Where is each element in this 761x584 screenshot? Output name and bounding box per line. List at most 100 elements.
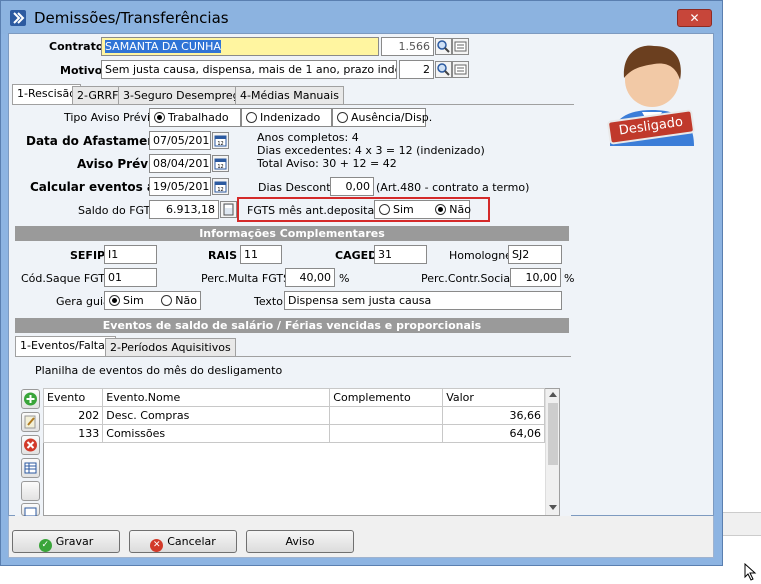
calendar-icon: 12 — [214, 181, 227, 193]
radio-selected-icon — [435, 204, 447, 215]
aviso-trabalhado-radio[interactable]: Trabalhado — [149, 108, 241, 127]
check-icon: ✓ — [38, 539, 52, 552]
calculator-button[interactable] — [220, 201, 237, 218]
table-row[interactable]: 202 Desc. Compras 36,66 — [42, 406, 545, 425]
gera-guia-sim-label: Sim — [123, 294, 144, 307]
close-button[interactable]: ✕ — [677, 9, 712, 27]
blank-event-button[interactable] — [21, 481, 40, 501]
gravar-button[interactable]: ✓ Gravar — [12, 530, 120, 553]
column-header-evento[interactable]: Evento — [42, 388, 104, 407]
gera-guia-radio-group[interactable]: Sim Não — [104, 291, 201, 310]
tab-medias-manuais[interactable]: 4-Médias Manuais — [235, 86, 344, 105]
aviso-button[interactable]: Aviso — [246, 530, 354, 553]
contrato-list-button[interactable] — [452, 38, 469, 55]
cell-evento[interactable]: 202 — [42, 406, 104, 425]
calendar-icon: 12 — [214, 158, 227, 170]
dias-desconto-note: (Art.480 - contrato a termo) — [376, 181, 530, 194]
delete-icon — [24, 438, 37, 452]
gera-guia-label: Gera guia — [56, 295, 110, 308]
dias-excedentes-text: Dias excedentes: 4 x 3 = 12 (indenizado) — [257, 144, 485, 157]
table-event-button[interactable] — [21, 503, 40, 517]
rais-label: RAIS — [208, 249, 237, 262]
contrato-code-field[interactable]: 1.566 — [381, 37, 434, 56]
anos-completos-text: Anos completos: 4 — [257, 131, 359, 144]
homolognet-label: Homolognet — [449, 249, 517, 262]
fgts-mes-ant-label: FGTS mês ant.depositado — [247, 204, 388, 217]
perc-contr-label: Perc.Contr.Social — [421, 272, 514, 285]
radio-empty-icon — [379, 204, 390, 215]
data-afastamento-field[interactable]: 07/05/2016 — [149, 131, 211, 150]
cell-valor[interactable]: 36,66 — [442, 406, 545, 425]
perc-multa-field[interactable]: 40,00 — [285, 268, 335, 287]
svg-text:12: 12 — [217, 187, 223, 193]
rescisao-panel — [12, 104, 574, 105]
cancelar-button[interactable]: ✕ Cancelar — [129, 530, 237, 553]
dias-desconto-field[interactable]: 0,00 — [330, 177, 374, 196]
aviso-previo-field[interactable]: 08/04/2016 — [149, 154, 211, 173]
calendar-aviso-button[interactable]: 12 — [212, 155, 229, 172]
table-row[interactable]: 133 Comissões 64,06 — [42, 424, 545, 443]
caged-field[interactable]: 31 — [374, 245, 427, 264]
saldo-fgts-field[interactable]: 6.913,18 — [149, 200, 219, 219]
aviso-ausencia-label: Ausência/Disp. — [351, 111, 433, 124]
contrato-selected-text: SAMANTA DA CUNHA — [105, 40, 221, 53]
column-header-complemento[interactable]: Complemento — [329, 388, 444, 407]
motivo-code-field[interactable]: 2 — [399, 60, 434, 79]
gravar-label: Gravar — [55, 535, 94, 548]
cod-saque-field[interactable]: 01 — [104, 268, 157, 287]
edit-event-button[interactable] — [21, 412, 40, 432]
tab-eventos-faltas[interactable]: 1-Eventos/Faltas — [15, 336, 116, 357]
aviso-ausencia-radio[interactable]: Ausência/Disp. — [332, 108, 432, 127]
grid-event-button[interactable] — [21, 458, 40, 478]
motivo-search-button[interactable] — [435, 61, 452, 78]
calcular-eventos-field[interactable]: 19/05/2016 — [149, 177, 211, 196]
aviso-indenizado-radio[interactable]: Indenizado — [241, 108, 332, 127]
cell-valor[interactable]: 64,06 — [442, 424, 545, 443]
column-header-valor[interactable]: Valor — [442, 388, 545, 407]
tab-seguro-desemprego[interactable]: 3-Seguro Desemprego — [118, 86, 252, 105]
scroll-up-icon[interactable] — [549, 392, 557, 397]
tab-rescisao[interactable]: 1-Rescisão — [12, 84, 81, 105]
rais-field[interactable]: 11 — [240, 245, 282, 264]
cell-complemento[interactable] — [329, 406, 444, 425]
contrato-search-button[interactable] — [435, 38, 452, 55]
add-event-button[interactable] — [21, 389, 40, 409]
sefip-field[interactable]: I1 — [104, 245, 157, 264]
search-icon — [437, 40, 450, 53]
table-header-row: Evento Evento.Nome Complemento Valor — [42, 388, 545, 407]
eventos-header: Eventos de saldo de salário / Férias ven… — [15, 318, 569, 333]
total-aviso-text: Total Aviso: 30 + 12 = 42 — [257, 157, 397, 170]
info-complementares-header: Informações Complementares — [15, 226, 569, 241]
calculator-icon — [223, 203, 234, 216]
cell-evento[interactable]: 133 — [42, 424, 104, 443]
perc-contr-field[interactable]: 10,00 — [510, 268, 561, 287]
fgts-mes-ant-radio-group[interactable]: Sim Não — [374, 200, 471, 219]
app-icon — [10, 10, 26, 26]
calendar-afastamento-button[interactable]: 12 — [212, 132, 229, 149]
cell-evento-nome[interactable]: Desc. Compras — [102, 406, 331, 425]
cell-evento-nome[interactable]: Comissões — [102, 424, 331, 443]
cell-complemento[interactable] — [329, 424, 444, 443]
title-bar[interactable]: Demissões/Transferências ✕ — [1, 1, 722, 34]
saldo-fgts-label: Saldo do FGTS — [78, 204, 158, 217]
cod-saque-label: Cód.Saque FGTS — [21, 272, 112, 285]
tab-grrf[interactable]: 2-GRRF — [72, 86, 124, 105]
calendar-calcular-button[interactable]: 12 — [212, 178, 229, 195]
scroll-down-icon[interactable] — [549, 505, 557, 510]
radio-empty-icon — [161, 295, 173, 306]
fgts-sim-label: Sim — [393, 203, 414, 216]
texto-field[interactable]: Dispensa sem justa causa — [284, 291, 562, 310]
delete-event-button[interactable] — [21, 435, 40, 455]
scroll-thumb[interactable] — [548, 403, 558, 465]
perc-contr-unit: % — [564, 272, 575, 285]
grid-scrollbar[interactable] — [545, 389, 559, 515]
contrato-name-field[interactable]: SAMANTA DA CUNHA — [101, 37, 379, 56]
motivo-list-button[interactable] — [452, 61, 469, 78]
tab-periodos-aquisitivos[interactable]: 2-Períodos Aquisitivos — [105, 338, 236, 357]
contrato-label: Contrato — [49, 40, 104, 53]
homolognet-field[interactable]: SJ2 — [508, 245, 562, 264]
column-header-evento-nome[interactable]: Evento.Nome — [102, 388, 331, 407]
texto-label: Texto — [254, 295, 283, 308]
list-icon — [454, 41, 467, 52]
motivo-field[interactable]: Sem justa causa, dispensa, mais de 1 ano… — [101, 60, 397, 79]
